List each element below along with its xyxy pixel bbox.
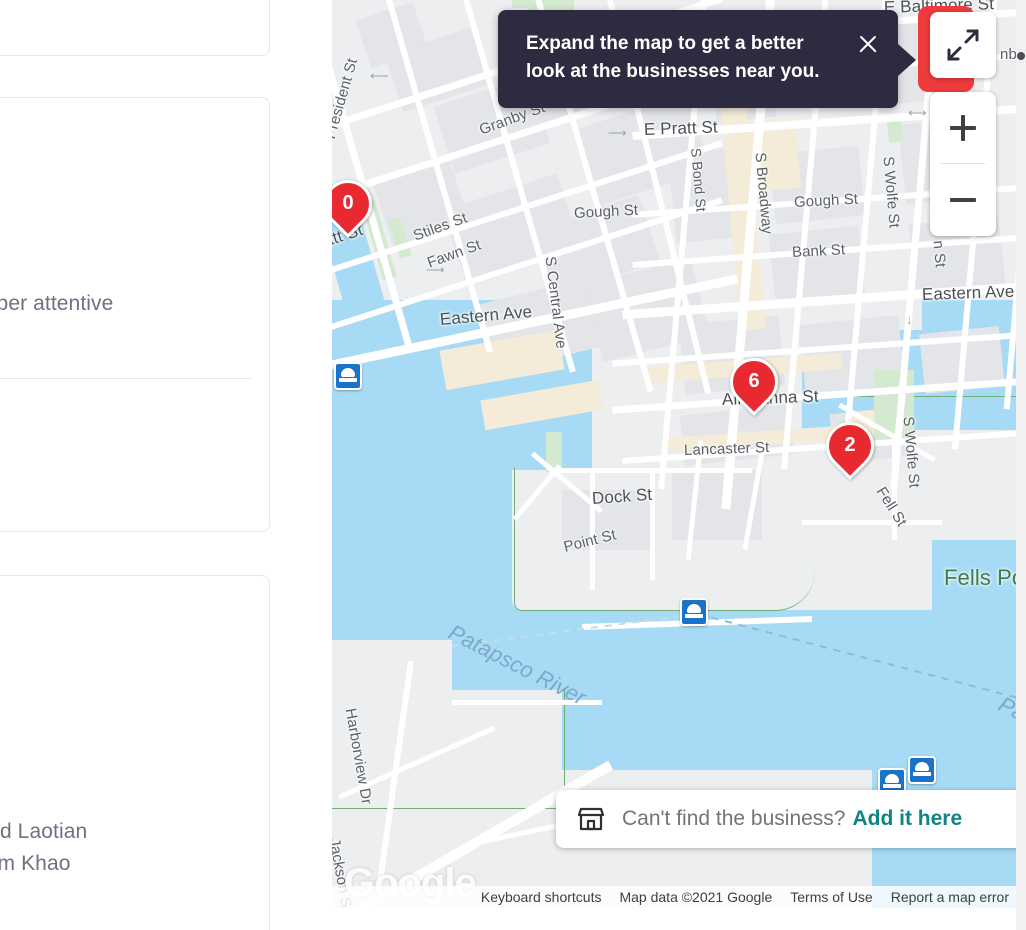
review-snippet: e Nahm Khao	[0, 852, 71, 875]
map-search-page: f is super attentive ver had Laotian e N…	[0, 0, 1026, 930]
map-data-attribution: Map data ©2021 Google	[619, 889, 773, 905]
ferry-terminal-icon[interactable]	[908, 756, 936, 784]
zoom-controls	[930, 92, 996, 236]
tooltip-body: Expand the map to get a better look at t…	[498, 10, 916, 108]
expand-map-button[interactable]	[930, 12, 996, 78]
ferry-terminal-icon[interactable]	[334, 362, 362, 390]
card-divider	[0, 378, 251, 379]
map-attribution-bar: Keyboard shortcuts Map data ©2021 Google…	[332, 886, 1026, 908]
review-snippet: ver had Laotian	[0, 820, 88, 843]
pin-count-label: 6	[748, 370, 760, 392]
tooltip-line-1: Expand the map to get a better	[526, 33, 804, 54]
report-map-error-link[interactable]: Report a map error	[882, 889, 1018, 905]
add-business-link[interactable]: Add it here	[852, 807, 962, 831]
zoom-out-button[interactable]	[930, 164, 996, 235]
tooltip-line-2: look at the businesses near you.	[526, 61, 820, 82]
ferry-terminal-icon[interactable]	[680, 598, 708, 626]
review-snippet: f is super attentive	[0, 292, 114, 315]
add-business-banner[interactable]: Can't find the business? Add it here	[556, 790, 1026, 848]
results-panel: f is super attentive ver had Laotian e N…	[0, 0, 332, 930]
scrollbar-thumb[interactable]	[1017, 52, 1025, 60]
map-viewport[interactable]: ⟶ ⟷ ⟶ ⟵ ↓ ↑ ↓ E Baltimore StE Pratt StGr…	[332, 0, 1026, 930]
zoom-in-button[interactable]	[930, 92, 996, 163]
map-expand-tooltip: Expand the map to get a better look at t…	[498, 6, 984, 108]
terms-of-use-link[interactable]: Terms of Use	[781, 889, 881, 905]
add-business-prompt: Can't find the business?	[622, 807, 846, 830]
keyboard-shortcuts-link[interactable]: Keyboard shortcuts	[472, 889, 611, 905]
result-card[interactable]: ver had Laotian e Nahm Khao	[0, 575, 270, 930]
storefront-icon	[576, 806, 606, 832]
pin-count-label: 2	[844, 434, 856, 456]
result-card[interactable]: f is super attentive	[0, 97, 270, 532]
page-scrollbar[interactable]	[1016, 0, 1026, 930]
result-card[interactable]	[0, 0, 270, 56]
page-bottom-strip	[332, 908, 1026, 930]
pin-count-label: 0	[342, 192, 354, 214]
close-icon[interactable]	[856, 32, 880, 56]
